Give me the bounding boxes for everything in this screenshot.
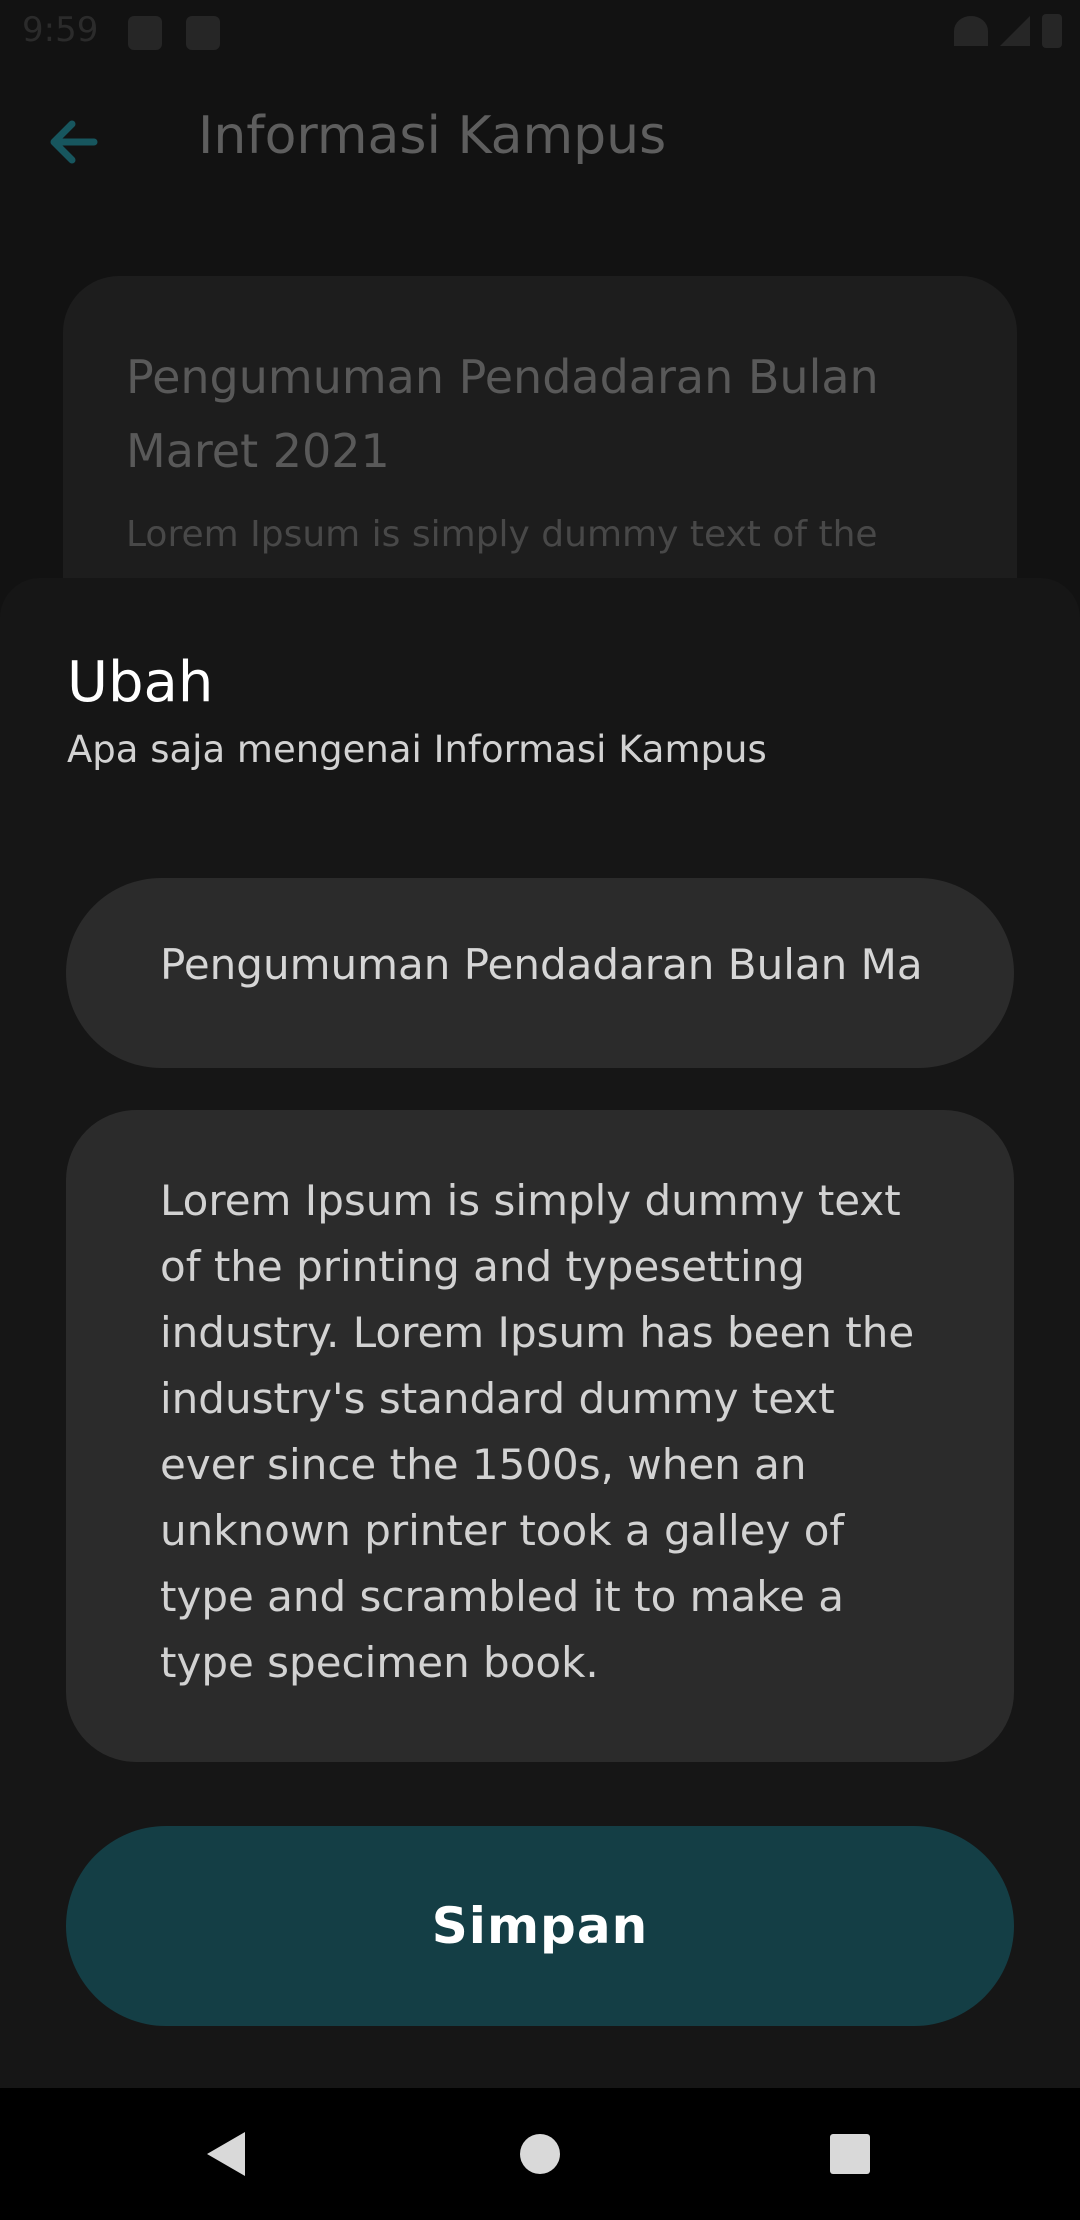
signal-icon	[1000, 16, 1030, 46]
battery-icon	[1042, 14, 1062, 48]
save-button[interactable]: Simpan	[66, 1826, 1014, 2026]
arrow-left-icon	[50, 120, 98, 164]
settings-icon	[128, 16, 162, 50]
home-circle-icon	[520, 2134, 560, 2174]
app-bar: Informasi Kampus	[0, 66, 1080, 220]
nav-home-button[interactable]	[460, 2088, 620, 2220]
back-button[interactable]	[44, 114, 108, 170]
status-time: 9:59	[22, 10, 99, 50]
status-bar: 9:59	[0, 0, 1080, 66]
recents-square-icon	[830, 2134, 870, 2174]
system-nav-bar	[0, 2088, 1080, 2220]
page-title: Informasi Kampus	[198, 106, 667, 166]
wifi-icon	[954, 16, 988, 46]
description-textarea-value: Lorem Ipsum is simply dummy text of the …	[160, 1176, 915, 1687]
title-input-value: Pengumuman Pendadaran Bulan Maret 2021	[160, 940, 922, 989]
nav-back-button[interactable]	[146, 2088, 306, 2220]
announcement-card-title: Pengumuman Pendadaran Bulan Maret 2021	[126, 350, 879, 478]
announcement-card-preview: Lorem Ipsum is simply dummy text of the	[126, 514, 878, 555]
description-textarea[interactable]: Lorem Ipsum is simply dummy text of the …	[66, 1110, 1014, 1762]
sim-card-icon	[186, 16, 220, 50]
sheet-title: Ubah	[67, 650, 214, 715]
back-triangle-icon	[207, 2132, 245, 2176]
nav-recents-button[interactable]	[770, 2088, 930, 2220]
sheet-subtitle: Apa saja mengenai Informasi Kampus	[67, 728, 767, 771]
edit-bottom-sheet: Ubah Apa saja mengenai Informasi Kampus …	[0, 578, 1080, 2088]
title-input[interactable]: Pengumuman Pendadaran Bulan Maret 2021	[66, 878, 1014, 1068]
